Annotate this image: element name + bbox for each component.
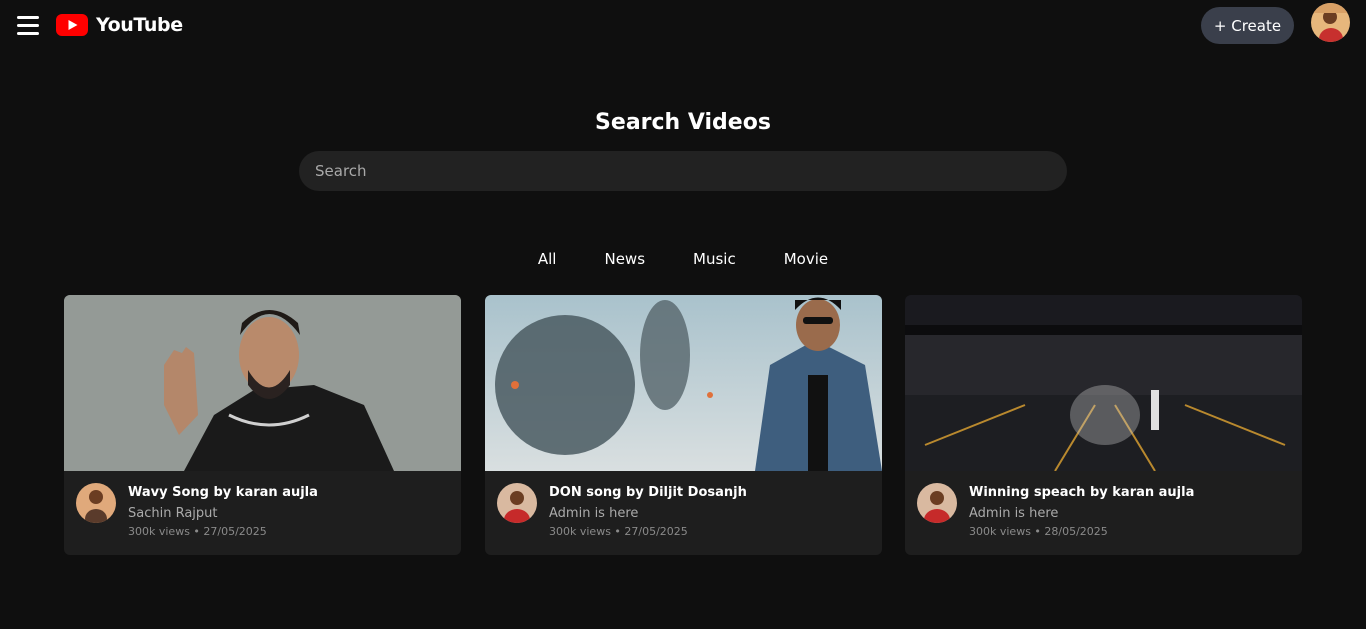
channel-avatar[interactable] — [917, 483, 957, 523]
user-avatar[interactable] — [1311, 3, 1350, 42]
page-title: Search Videos — [595, 110, 771, 135]
tab-movie[interactable]: Movie — [784, 250, 828, 268]
channel-avatar[interactable] — [76, 483, 116, 523]
video-title[interactable]: Wavy Song by karan aujla — [128, 485, 318, 500]
channel-name[interactable]: Sachin Rajput — [128, 506, 218, 521]
video-card[interactable]: Winning speach by karan aujla Admin is h… — [905, 295, 1302, 555]
tab-news[interactable]: News — [604, 250, 645, 268]
video-title[interactable]: Winning speach by karan aujla — [969, 485, 1194, 500]
youtube-logo[interactable]: YouTube — [56, 14, 183, 36]
hamburger-icon[interactable] — [17, 15, 39, 37]
video-thumbnail[interactable] — [485, 295, 882, 471]
video-card[interactable]: DON song by Diljit Dosanjh Admin is here… — [485, 295, 882, 555]
video-meta: 300k views • 27/05/2025 — [128, 525, 267, 538]
video-thumbnail[interactable] — [64, 295, 461, 471]
video-meta: 300k views • 27/05/2025 — [549, 525, 688, 538]
channel-name[interactable]: Admin is here — [969, 506, 1058, 521]
video-title[interactable]: DON song by Diljit Dosanjh — [549, 485, 747, 500]
category-tabs: All News Music Movie — [0, 250, 1366, 268]
tab-music[interactable]: Music — [693, 250, 736, 268]
channel-name[interactable]: Admin is here — [549, 506, 638, 521]
video-thumbnail[interactable] — [905, 295, 1302, 471]
app-name: YouTube — [96, 14, 183, 36]
tab-all[interactable]: All — [538, 250, 557, 268]
youtube-play-icon — [56, 14, 88, 36]
video-meta: 300k views • 28/05/2025 — [969, 525, 1108, 538]
channel-avatar[interactable] — [497, 483, 537, 523]
search-input[interactable] — [299, 151, 1067, 191]
video-card[interactable]: Wavy Song by karan aujla Sachin Rajput 3… — [64, 295, 461, 555]
top-bar: YouTube + Create — [0, 0, 1366, 54]
create-button[interactable]: + Create — [1201, 7, 1294, 44]
